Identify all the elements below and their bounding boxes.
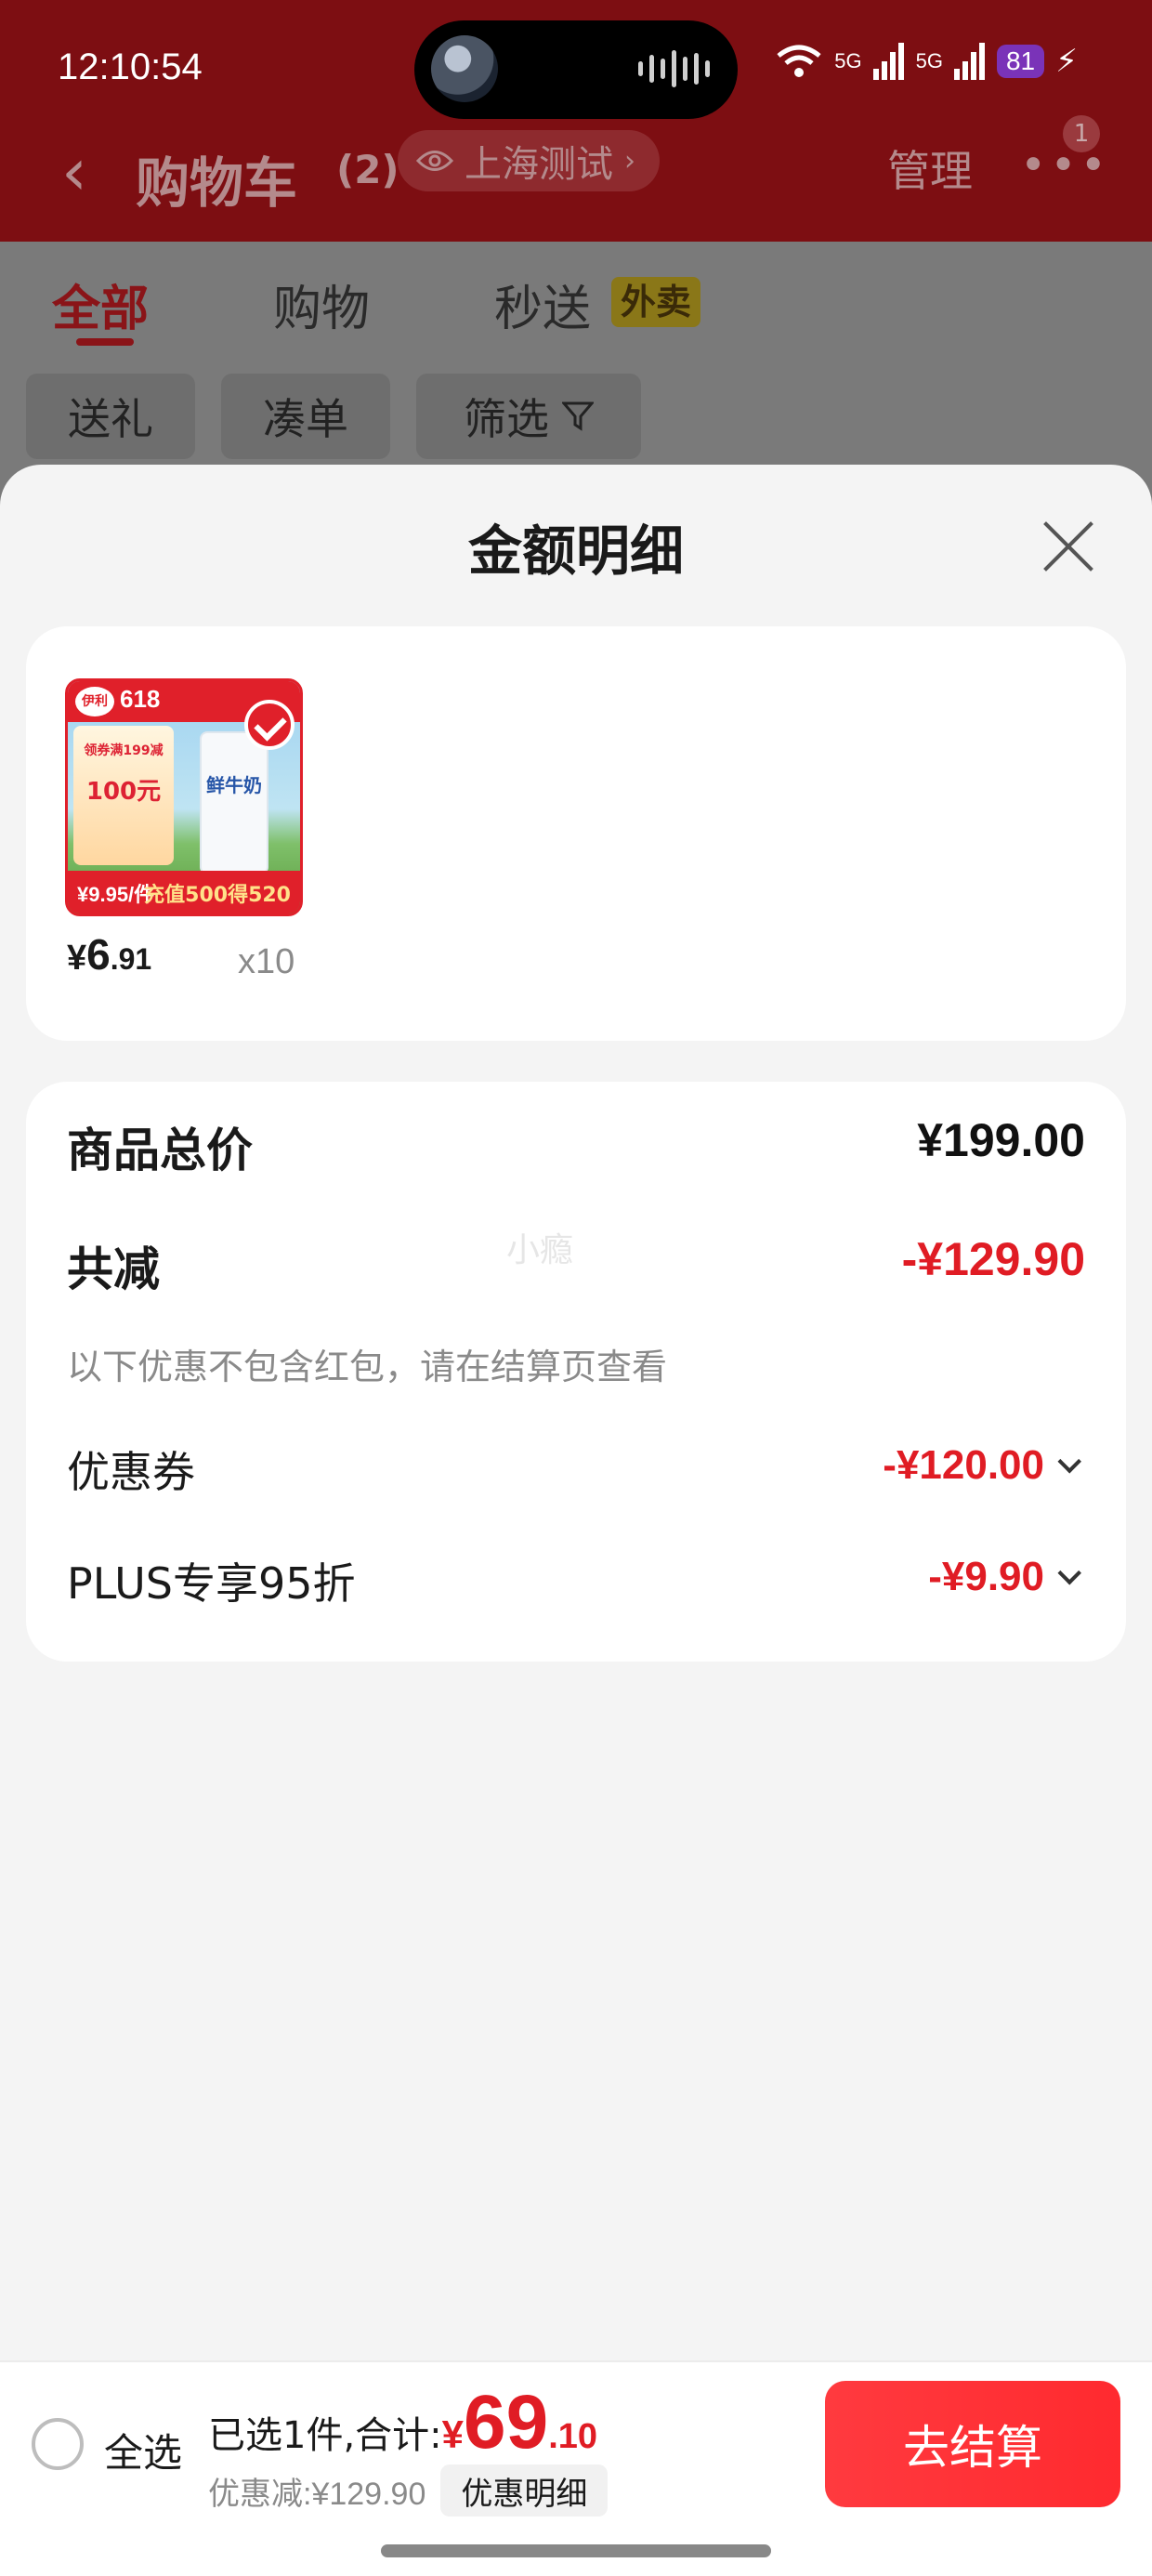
product-image-price: ¥9.95/件 <box>77 883 155 906</box>
island-avatar <box>431 35 498 102</box>
coupon-label: 优惠券 <box>67 1447 195 1497</box>
nav-bar: ‹ 购物车 (2) 上海测试 › 管理 ••• 1 <box>0 115 1152 242</box>
brand-logo: 伊利 <box>75 687 114 716</box>
checkout-button[interactable]: 去结算 <box>825 2381 1120 2507</box>
wifi-icon <box>777 45 821 77</box>
chip-gift-label: 送礼 <box>68 394 153 444</box>
audio-wave-icon <box>638 48 710 89</box>
chevron-down-icon <box>1057 1450 1081 1474</box>
more-badge: 1 <box>1063 115 1100 152</box>
plus-discount-label: PLUS专享95折 <box>67 1558 356 1609</box>
product-image-promo-title: 领券满199减 <box>84 743 164 758</box>
chip-filter-label: 筛选 <box>464 394 549 444</box>
discount-line: 优惠减:¥129.90 优惠明细 <box>208 2464 609 2517</box>
signal-1-label: 5G <box>834 49 862 72</box>
chip-bundle[interactable]: 凑单 <box>221 374 390 459</box>
chevron-right-icon: › <box>624 144 635 177</box>
product-price: ¥6.91 <box>67 929 151 979</box>
tab-all[interactable]: 全部 <box>52 269 149 339</box>
signal-2-label: 5G <box>915 49 943 72</box>
tab-active-indicator <box>76 338 134 346</box>
chip-gift[interactable]: 送礼 <box>26 374 195 459</box>
takeout-tag: 外卖 <box>611 277 701 327</box>
total-price-label: 商品总价 <box>67 1124 253 1177</box>
total-integer: 69 <box>464 2380 549 2464</box>
total-currency: ¥ <box>441 2412 464 2456</box>
total-line: 已选1件,合计: ¥ 69 .10 <box>208 2385 597 2461</box>
product-image-promo-panel: 领券满199减 100元 <box>73 726 174 865</box>
cart-tabs: 全部 购物 秒送 外卖 送礼 凑单 筛选 <box>0 242 1152 474</box>
back-icon[interactable]: ‹ <box>61 134 87 210</box>
battery-indicator: 81 <box>996 45 1045 78</box>
manage-button[interactable]: 管理 <box>887 138 973 199</box>
selected-check-icon <box>244 700 295 750</box>
plus-discount-row-toggle[interactable]: -¥9.90 <box>928 1554 1081 1600</box>
select-all-label[interactable]: 全选 <box>104 2422 182 2478</box>
eye-icon <box>416 151 453 171</box>
location-label: 上海测试 <box>465 143 613 186</box>
cell-signal-2-icon <box>953 43 985 80</box>
checkout-bar: 全选 已选1件,合计: ¥ 69 .10 优惠减:¥129.90 优惠明细 去结… <box>0 2360 1152 2576</box>
tab-shopping[interactable]: 购物 <box>273 269 370 339</box>
amount-detail-sheet: 金额明细 伊利 618 领券满199减 100元 鲜牛奶 ¥9.95/件 充值5… <box>0 465 1152 2360</box>
close-icon[interactable] <box>1041 517 1098 574</box>
discount-detail-button[interactable]: 优惠明细 <box>440 2464 609 2517</box>
total-prefix: 已选1件,合计: <box>208 2414 442 2457</box>
coupon-row-toggle[interactable]: -¥120.00 <box>883 1442 1081 1489</box>
status-icons: 5G 5G 81 ⚡ <box>775 43 1078 80</box>
watermark: 小瘾 <box>506 1231 574 1269</box>
total-reduce-label: 共减 <box>67 1242 160 1296</box>
discount-text: 优惠减:¥129.90 <box>208 2476 426 2512</box>
product-card: 伊利 618 领券满199减 100元 鲜牛奶 ¥9.95/件 充值500得52… <box>26 626 1126 1041</box>
product-image-badge: 618 <box>120 685 161 713</box>
cart-count: (2) <box>336 147 399 192</box>
product-quantity: x10 <box>238 942 295 981</box>
total-price-value: ¥199.00 <box>917 1114 1085 1166</box>
product-price-integer: 6 <box>86 930 111 979</box>
product-image-promo-amount: 100元 <box>85 778 162 806</box>
home-indicator <box>381 2544 771 2557</box>
cell-signal-icon <box>872 43 904 80</box>
product-image-bottom-band: ¥9.95/件 充值500得520 <box>68 871 300 913</box>
total-decimal: .10 <box>548 2417 598 2456</box>
sheet-title: 金额明细 <box>467 519 684 583</box>
status-time: 12:10:54 <box>58 46 203 87</box>
milk-carton: 鲜牛奶 <box>202 733 267 873</box>
chip-bundle-label: 凑单 <box>263 394 348 444</box>
chip-filter[interactable]: 筛选 <box>416 374 641 459</box>
reduce-note: 以下优惠不包含红包，请在结算页查看 <box>67 1347 668 1387</box>
select-all-checkbox[interactable] <box>32 2418 84 2470</box>
location-selector[interactable]: 上海测试 › <box>398 130 660 191</box>
page-title: 购物车 <box>136 151 298 215</box>
product-image-carton-name: 鲜牛奶 <box>206 774 262 796</box>
product-price-currency: ¥ <box>67 939 87 978</box>
plus-discount-value: -¥9.90 <box>928 1554 1044 1599</box>
product-image-promo-bottom: 充值500得520 <box>144 884 291 907</box>
chevron-down-icon <box>1057 1561 1081 1585</box>
coupon-value: -¥120.00 <box>883 1442 1044 1488</box>
charging-icon: ⚡ <box>1055 43 1078 80</box>
dynamic-island <box>414 20 738 119</box>
summary-card: 商品总价 ¥199.00 共减 -¥129.90 以下优惠不包含红包，请在结算页… <box>26 1082 1126 1662</box>
product-image[interactable]: 伊利 618 领券满199减 100元 鲜牛奶 ¥9.95/件 充值500得52… <box>65 678 303 916</box>
product-price-decimal: .91 <box>110 942 152 976</box>
status-bar: 12:10:54 5G 5G 81 ⚡ <box>0 0 1152 130</box>
more-icon[interactable]: ••• <box>1020 139 1110 191</box>
tab-express[interactable]: 秒送 <box>494 269 591 339</box>
total-reduce-value: -¥129.90 <box>901 1233 1085 1285</box>
filter-icon <box>562 401 594 431</box>
